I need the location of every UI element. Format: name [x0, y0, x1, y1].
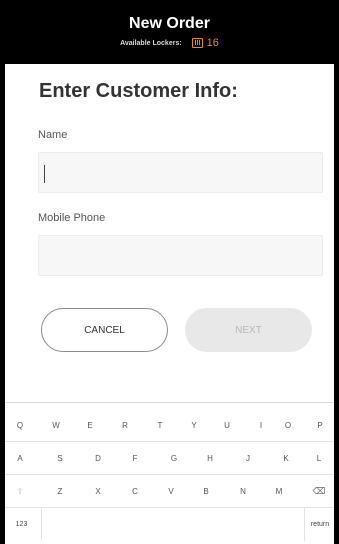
shift-key[interactable]: ⇧	[5, 475, 35, 508]
key-r[interactable]: R	[110, 409, 140, 442]
locker-count: 16	[206, 37, 219, 49]
key-c[interactable]: C	[120, 475, 150, 508]
backspace-icon: ⌫	[312, 486, 326, 496]
locker-count-group: 16	[191, 37, 219, 49]
app-screen: New Order Available Lockers: 16 Enter Cu…	[5, 0, 334, 544]
space-key[interactable]	[41, 508, 305, 541]
available-lockers-label: Available Lockers:	[120, 39, 182, 47]
keyboard-row-2: A S D F G H J K L	[5, 442, 334, 475]
app-header: New Order Available Lockers: 16	[5, 0, 334, 64]
next-button[interactable]: NEXT	[185, 308, 312, 352]
key-b[interactable]: B	[191, 475, 221, 508]
key-u[interactable]: U	[212, 409, 242, 442]
name-label: Name	[38, 129, 68, 141]
key-d[interactable]: D	[83, 442, 113, 475]
key-t[interactable]: T	[145, 409, 175, 442]
key-j[interactable]: J	[233, 442, 263, 475]
page-title: New Order	[129, 15, 210, 32]
text-caret	[44, 165, 45, 183]
key-e[interactable]: E	[75, 409, 105, 442]
key-k[interactable]: K	[271, 442, 301, 475]
key-w[interactable]: W	[41, 409, 71, 442]
keyboard-row-4: 123 return	[5, 508, 334, 542]
keyboard-row-1: Q W E R T Y U I O P	[5, 409, 334, 442]
key-h[interactable]: H	[195, 442, 225, 475]
return-key[interactable]: return	[306, 508, 334, 541]
key-z[interactable]: Z	[45, 475, 75, 508]
name-field[interactable]	[38, 152, 323, 193]
key-a[interactable]: A	[5, 442, 35, 475]
key-f[interactable]: F	[120, 442, 150, 475]
key-v[interactable]: V	[156, 475, 186, 508]
form-title: Enter Customer Info:	[39, 80, 238, 102]
key-i[interactable]: I	[246, 409, 276, 442]
available-lockers-row: Available Lockers: 16	[5, 37, 334, 49]
keyboard-row-3: ⇧ Z X C V B N M ⌫	[5, 475, 334, 508]
device-frame: New Order Available Lockers: 16 Enter Cu…	[0, 0, 339, 544]
mobile-phone-label: Mobile Phone	[38, 212, 106, 224]
key-o[interactable]: O	[273, 409, 303, 442]
key-n[interactable]: N	[228, 475, 258, 508]
shift-icon: ⇧	[16, 487, 24, 496]
mobile-phone-field[interactable]	[38, 235, 323, 276]
key-m[interactable]: M	[264, 475, 294, 508]
key-x[interactable]: X	[83, 475, 113, 508]
key-p[interactable]: P	[306, 409, 334, 442]
locker-icon	[191, 38, 203, 48]
key-l[interactable]: L	[304, 442, 334, 475]
key-g[interactable]: G	[159, 442, 189, 475]
key-q[interactable]: Q	[5, 409, 35, 442]
cancel-button[interactable]: CANCEL	[41, 308, 168, 352]
key-y[interactable]: Y	[179, 409, 209, 442]
backspace-key[interactable]: ⌫	[304, 475, 334, 508]
key-s[interactable]: S	[45, 442, 75, 475]
numbers-key[interactable]: 123	[5, 508, 38, 541]
on-screen-keyboard: Q W E R T Y U I O P A S D F G H J K L ⇧ …	[5, 402, 334, 544]
